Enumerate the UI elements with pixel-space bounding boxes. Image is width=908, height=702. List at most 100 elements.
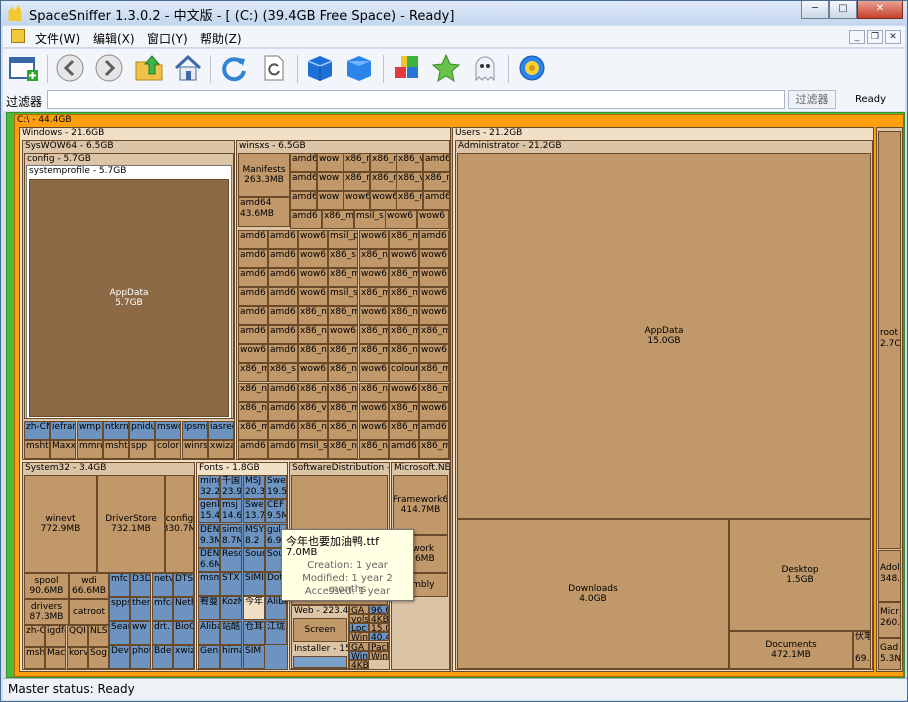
winsxs-item[interactable]: amd6	[268, 383, 298, 402]
folder-wdi[interactable]: wdi 66.6MB	[69, 573, 109, 599]
winsxs-item[interactable]: amd6	[238, 306, 268, 325]
winsxs-item[interactable]: x86_m	[343, 172, 370, 191]
winsxs-item[interactable]: colour	[389, 363, 419, 382]
font-file[interactable]: 千国 23.9	[220, 475, 242, 499]
folder-right-column[interactable]: root 2.7C Adol 348. Micr 260. Gad 5.3N	[876, 127, 903, 672]
treemap-root-drive[interactable]: C:\ - 44.4GB Windows - 21.6GB SysWOW64 -…	[14, 114, 904, 677]
winsxs-item[interactable]: x86_m	[396, 191, 423, 210]
winsxs-item[interactable]: x86_n	[328, 421, 358, 440]
winsxs-item[interactable]: x86_m	[370, 172, 397, 191]
winsxs-item[interactable]: amd6	[238, 325, 268, 344]
folder-drivers[interactable]: drivers 87.3MB	[24, 599, 69, 625]
font-file[interactable]: sims 8.7M	[220, 524, 242, 548]
system32-small-item[interactable]: Sog	[88, 647, 109, 669]
winsxs-item[interactable]: x86_m	[328, 344, 358, 363]
folder-adobe[interactable]: Adol 348.	[878, 550, 901, 602]
winsxs-item[interactable]: wow6	[298, 230, 328, 249]
winsxs-item[interactable]: wow6	[389, 383, 419, 402]
system32-small-item[interactable]: NLS	[88, 625, 109, 647]
winsxs-item[interactable]: amd64	[290, 153, 317, 172]
winsxs-item[interactable]: x86_m	[343, 153, 370, 172]
folder-installer[interactable]	[293, 656, 347, 668]
winsxs-item[interactable]: amd6	[238, 268, 268, 287]
blue-box-icon[interactable]	[305, 53, 335, 83]
winsxs-item[interactable]: amd6	[268, 287, 298, 306]
folder-downloads[interactable]: Downloads 4.0GB	[457, 519, 729, 669]
system32-item[interactable]: Sear	[109, 621, 130, 645]
winsxs-item[interactable]: wow6	[417, 210, 449, 229]
winsxs-item[interactable]: x86_n	[298, 383, 328, 402]
folder-config[interactable]: config - 5.7GB systemprofile - 5.7GB App…	[24, 153, 234, 419]
refresh-icon[interactable]	[219, 53, 249, 83]
folder-config2[interactable]: config330.7M	[165, 475, 194, 573]
mdi-close-button[interactable]: ✕	[885, 30, 901, 44]
home-icon[interactable]	[173, 53, 203, 83]
new-view-icon[interactable]	[9, 53, 39, 83]
winsxs-item[interactable]: x86_n	[359, 440, 389, 459]
winsxs-item[interactable]: wow6	[298, 287, 328, 306]
folder-catroot[interactable]: catroot	[69, 599, 109, 625]
folder-gadgets[interactable]: Gad 5.3N	[878, 638, 901, 670]
folder-spool[interactable]: spool 90.6MB	[24, 573, 69, 599]
font-file[interactable]: DEN 6.6M	[198, 548, 220, 572]
mdi-restore-button[interactable]: ❐	[867, 30, 883, 44]
folder-systemprofile[interactable]: systemprofile - 5.7GB AppData 5.7GB	[26, 165, 232, 418]
winsxs-item[interactable]: x86_m	[389, 325, 419, 344]
syswow-item[interactable]: iasrec	[208, 421, 234, 440]
folder-desktop[interactable]: Desktop 1.5GB	[729, 519, 871, 631]
font-file[interactable]: 宥曼	[198, 596, 220, 620]
winsxs-item[interactable]: wow6	[370, 191, 397, 210]
font-file[interactable]: MSJ 20.3	[243, 475, 265, 499]
ghost-icon[interactable]	[470, 53, 500, 83]
winsxs-item[interactable]: x86_m	[419, 440, 449, 459]
winsxs-item[interactable]: x86_v	[396, 153, 423, 172]
syswow-item[interactable]: ipsms	[182, 421, 208, 440]
winsxs-item[interactable]: x86_n	[328, 363, 358, 382]
folder-appdata-profile[interactable]: AppData 5.7GB	[29, 179, 229, 417]
softdist-item[interactable]: Loc	[349, 623, 369, 632]
softdist-item[interactable]: GA	[349, 605, 369, 614]
system32-item[interactable]: BioC	[173, 621, 194, 645]
font-file[interactable]: Soun	[243, 548, 265, 572]
winsxs-item[interactable]: amd6	[423, 191, 449, 210]
back-arrow-icon[interactable]	[55, 53, 85, 83]
winsxs-item[interactable]: x86_s	[328, 249, 358, 268]
system32-item[interactable]: xwiz	[173, 645, 194, 669]
winsxs-item[interactable]: amd6	[238, 249, 268, 268]
menu-help[interactable]: 帮助(Z)	[200, 30, 242, 47]
folder-users[interactable]: Users - 21.2GB Administrator - 21.2GB Ap…	[452, 127, 874, 672]
system32-small-item[interactable]: Mac	[45, 647, 66, 669]
syswow-item[interactable]: winrs	[182, 440, 208, 459]
softdist-item[interactable]: GA	[349, 642, 369, 651]
winsxs-item[interactable]: amd6	[290, 210, 322, 229]
winsxs-item[interactable]: wow6	[359, 421, 389, 440]
folder-appdata-admin[interactable]: AppData 15.0GB	[457, 153, 871, 519]
up-folder-icon[interactable]	[134, 53, 164, 83]
system32-item[interactable]: phot	[130, 645, 151, 669]
close-button[interactable]: ✕	[857, 1, 903, 19]
winsxs-item[interactable]: x86_r	[423, 172, 449, 191]
winsxs-item[interactable]: wow6	[359, 363, 389, 382]
winsxs-item[interactable]: wow6	[419, 287, 449, 306]
folder-microsoft[interactable]: Micr 260.	[878, 602, 901, 638]
softdist-item[interactable]: Win	[349, 651, 369, 660]
forward-arrow-icon[interactable]	[94, 53, 124, 83]
winsxs-item[interactable]: wow6	[389, 249, 419, 268]
winsxs-item[interactable]: x86_n	[359, 383, 389, 402]
folder-fonts[interactable]: Fonts - 1.8GB mingli32.2M千国23.9MSJ20.3Sw…	[196, 462, 288, 670]
refresh-file-icon[interactable]	[259, 53, 289, 83]
font-file[interactable]: Gen	[198, 645, 220, 669]
syswow-item[interactable]: zh-CN	[24, 421, 50, 440]
winsxs-item[interactable]: x86_m	[328, 402, 358, 421]
font-file[interactable]: SIMI	[243, 572, 265, 596]
winsxs-item[interactable]: x86_m	[389, 421, 419, 440]
mdi-minimize-button[interactable]: _	[849, 30, 865, 44]
winsxs-item[interactable]: amd6	[268, 325, 298, 344]
winsxs-item[interactable]: amd6	[389, 440, 419, 459]
syswow-item[interactable]: Maxx	[50, 440, 76, 459]
folder-winevt[interactable]: winevt 772.9MB	[24, 475, 97, 573]
softdist-item[interactable]: volsr	[349, 614, 369, 623]
system32-item[interactable]: Devi	[109, 645, 130, 669]
winsxs-item[interactable]: msil_p	[328, 230, 358, 249]
syswow-item[interactable]: xwiza	[208, 440, 234, 459]
